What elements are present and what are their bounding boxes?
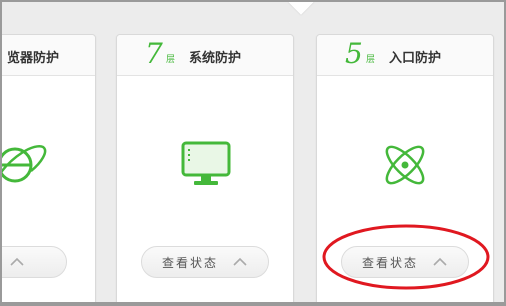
entry-protection-card: 5 层 入口防护 查看状态 (316, 34, 494, 302)
monitor-icon (181, 141, 231, 185)
protection-panel: 览器防护 态 7 层 系统防护 查看状态 (2, 2, 504, 302)
button-label: 查看状态 (161, 255, 218, 270)
card-header: 5 层 入口防护 (317, 35, 493, 76)
chevron-up-icon (433, 257, 447, 266)
view-status-button[interactable]: 查看状态 (341, 246, 469, 278)
card-title: 览器防护 (7, 51, 60, 66)
atom-icon (385, 145, 425, 185)
card-header: 览器防护 (2, 35, 95, 76)
pointer-notch (288, 2, 314, 15)
chevron-up-icon (233, 257, 247, 266)
card-header: 7 层 系统防护 (117, 35, 293, 76)
layer-unit: 层 (366, 55, 376, 65)
chevron-up-icon (10, 257, 24, 266)
layer-unit: 层 (166, 55, 176, 65)
view-status-button[interactable]: 态 (2, 246, 67, 278)
card-title: 系统防护 (189, 51, 242, 66)
layer-number: 5 (345, 37, 363, 70)
system-protection-card: 7 层 系统防护 查看状态 (116, 34, 294, 302)
view-status-button[interactable]: 查看状态 (141, 246, 269, 278)
card-title: 入口防护 (389, 51, 442, 66)
layer-number: 7 (145, 37, 163, 70)
button-label: 查看状态 (361, 255, 418, 270)
ie-browser-icon (2, 145, 47, 183)
browser-protection-card: 览器防护 态 (2, 34, 96, 302)
